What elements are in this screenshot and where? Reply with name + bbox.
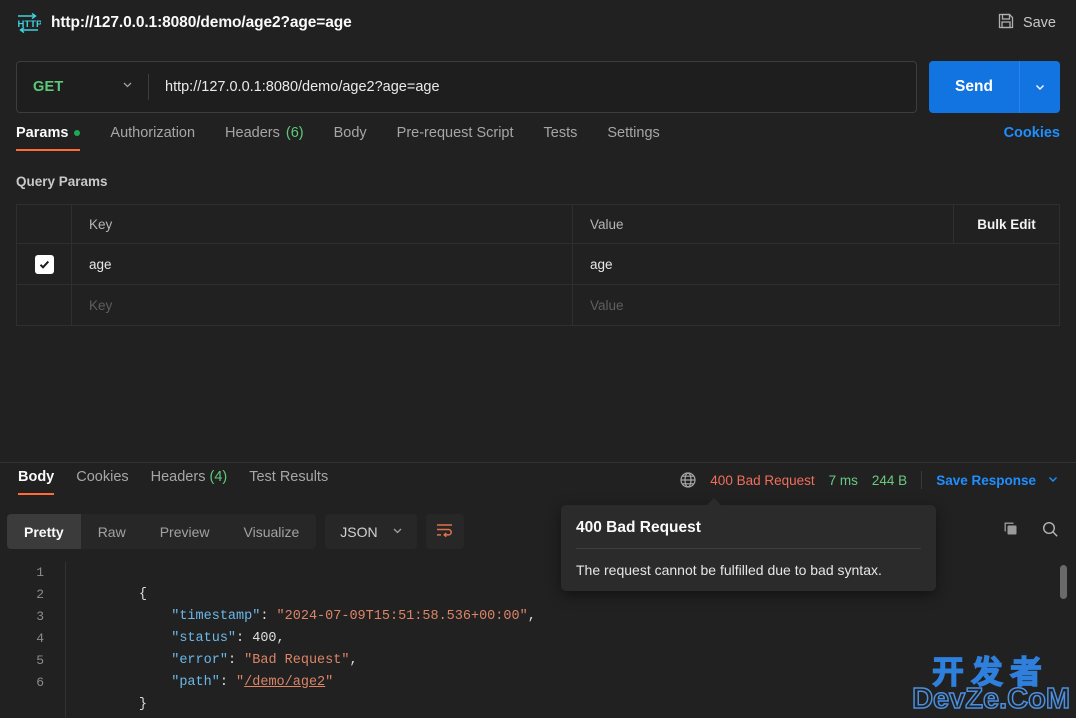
send-button[interactable]: Send bbox=[929, 61, 1019, 113]
response-tab-cookies[interactable]: Cookies bbox=[74, 469, 130, 495]
request-tabs: Params Authorization Headers (6) Body Pr… bbox=[0, 125, 1076, 161]
method-label: GET bbox=[33, 79, 64, 95]
tab-pre-request-script-label: Pre-request Script bbox=[396, 125, 514, 141]
response-body-toolbar: Pretty Raw Preview Visualize JSON bbox=[7, 514, 464, 549]
response-scrollbar[interactable] bbox=[1060, 562, 1067, 718]
query-params-title: Query Params bbox=[16, 174, 108, 189]
path-link[interactable]: /demo/age2 bbox=[244, 675, 325, 690]
scrollbar-thumb[interactable] bbox=[1060, 565, 1067, 599]
table-row: age age bbox=[17, 244, 1059, 285]
view-mode-segmented-control: Pretty Raw Preview Visualize bbox=[7, 514, 317, 549]
empty-row-checkbox-cell bbox=[17, 285, 72, 325]
response-headers-count: (4) bbox=[209, 469, 228, 485]
tab-headers-label: Headers bbox=[225, 125, 280, 141]
line-number: 3 bbox=[36, 609, 44, 624]
method-selector[interactable]: GET bbox=[17, 62, 148, 112]
response-tab-body[interactable]: Body bbox=[16, 469, 56, 495]
tab-headers-count: (6) bbox=[285, 125, 304, 141]
line-number: 6 bbox=[36, 675, 44, 690]
table-row-empty: Key Value bbox=[17, 285, 1059, 326]
query-params-table: Key Value Bulk Edit age age Key Value bbox=[16, 204, 1060, 326]
response-meta: 400 Bad Request 7 ms 244 B Save Response bbox=[679, 471, 1060, 489]
url-input[interactable] bbox=[149, 62, 916, 112]
tab-settings-label: Settings bbox=[607, 125, 660, 141]
meta-divider bbox=[921, 471, 923, 489]
top-bar: HTTP http://127.0.0.1:8080/demo/age2?age… bbox=[0, 0, 1076, 46]
empty-row-value-cell[interactable]: Value bbox=[573, 285, 954, 325]
view-mode-pretty[interactable]: Pretty bbox=[7, 514, 81, 549]
modified-dot-icon bbox=[74, 130, 81, 136]
line-number: 2 bbox=[36, 587, 44, 602]
send-options-button[interactable] bbox=[1019, 61, 1060, 113]
tab-settings[interactable]: Settings bbox=[607, 125, 659, 151]
chevron-down-icon bbox=[121, 78, 134, 96]
postman-window: HTTP http://127.0.0.1:8080/demo/age2?age… bbox=[0, 0, 1076, 718]
svg-text:HTTP: HTTP bbox=[18, 19, 42, 30]
tab-tests[interactable]: Tests bbox=[544, 125, 578, 151]
view-mode-preview[interactable]: Preview bbox=[143, 514, 227, 549]
header-cell-checkbox bbox=[17, 205, 72, 243]
tab-headers[interactable]: Headers (6) bbox=[225, 125, 304, 151]
row-key-cell[interactable]: age bbox=[72, 244, 573, 284]
chevron-down-icon bbox=[391, 524, 404, 540]
save-response-caret-icon[interactable] bbox=[1046, 472, 1060, 489]
tab-params-label: Params bbox=[16, 125, 69, 141]
empty-row-key-cell[interactable]: Key bbox=[72, 285, 573, 325]
tab-authorization[interactable]: Authorization bbox=[110, 125, 195, 151]
response-size: 244 B bbox=[871, 472, 908, 488]
format-label: JSON bbox=[340, 523, 378, 540]
save-response-button[interactable]: Save Response bbox=[936, 473, 1036, 488]
row-checkbox-cell bbox=[17, 244, 72, 284]
save-label: Save bbox=[1022, 15, 1056, 31]
tab-tests-label: Tests bbox=[543, 125, 578, 141]
http-icon: HTTP bbox=[15, 10, 41, 36]
row-value-cell[interactable]: age bbox=[573, 244, 954, 284]
status-tooltip: 400 Bad Request The request cannot be fu… bbox=[561, 498, 936, 591]
globe-icon[interactable] bbox=[679, 471, 697, 489]
save-button[interactable]: Save bbox=[993, 9, 1060, 37]
word-wrap-button[interactable] bbox=[425, 514, 464, 549]
line-number: 5 bbox=[36, 653, 44, 668]
line-number: 1 bbox=[36, 565, 44, 580]
tooltip-title: 400 Bad Request bbox=[576, 519, 701, 536]
view-mode-raw[interactable]: Raw bbox=[81, 514, 143, 549]
tab-body[interactable]: Body bbox=[334, 125, 367, 151]
tab-authorization-label: Authorization bbox=[110, 125, 196, 141]
header-cell-value: Value bbox=[573, 205, 954, 243]
format-selector[interactable]: JSON bbox=[325, 514, 417, 549]
tab-params[interactable]: Params bbox=[16, 125, 81, 151]
response-body-actions bbox=[1002, 520, 1060, 544]
url-row: GET Send bbox=[16, 61, 1060, 113]
table-header-row: Key Value Bulk Edit bbox=[17, 205, 1059, 244]
floppy-disk-icon bbox=[997, 12, 1015, 34]
cookies-link[interactable]: Cookies bbox=[1004, 125, 1060, 141]
pane-divider[interactable] bbox=[0, 462, 1076, 463]
url-input-group: GET bbox=[16, 61, 917, 113]
param-enabled-checkbox[interactable] bbox=[34, 254, 54, 274]
tab-body-label: Body bbox=[333, 125, 367, 141]
view-mode-visualize[interactable]: Visualize bbox=[227, 514, 317, 549]
response-tab-headers[interactable]: Headers (4) bbox=[149, 469, 230, 495]
response-time: 7 ms bbox=[828, 472, 858, 488]
status-badge: 400 Bad Request bbox=[710, 472, 815, 488]
bulk-edit-button[interactable]: Bulk Edit bbox=[954, 205, 1059, 243]
tab-pre-request-script[interactable]: Pre-request Script bbox=[397, 125, 514, 151]
send-button-group: Send bbox=[929, 61, 1060, 113]
line-number: 4 bbox=[36, 631, 44, 646]
request-title: http://127.0.0.1:8080/demo/age2?age=age bbox=[51, 14, 352, 31]
empty-row-actions-cell bbox=[954, 285, 1059, 325]
header-cell-key: Key bbox=[72, 205, 573, 243]
word-wrap-icon bbox=[435, 521, 454, 543]
copy-icon[interactable] bbox=[1002, 520, 1021, 544]
tooltip-body: The request cannot be fulfilled due to b… bbox=[576, 562, 882, 578]
row-actions-cell bbox=[954, 244, 1059, 284]
response-tab-test-results[interactable]: Test Results bbox=[247, 469, 330, 495]
search-icon[interactable] bbox=[1041, 520, 1060, 544]
line-number-gutter: 1 2 3 4 5 6 bbox=[0, 562, 66, 718]
